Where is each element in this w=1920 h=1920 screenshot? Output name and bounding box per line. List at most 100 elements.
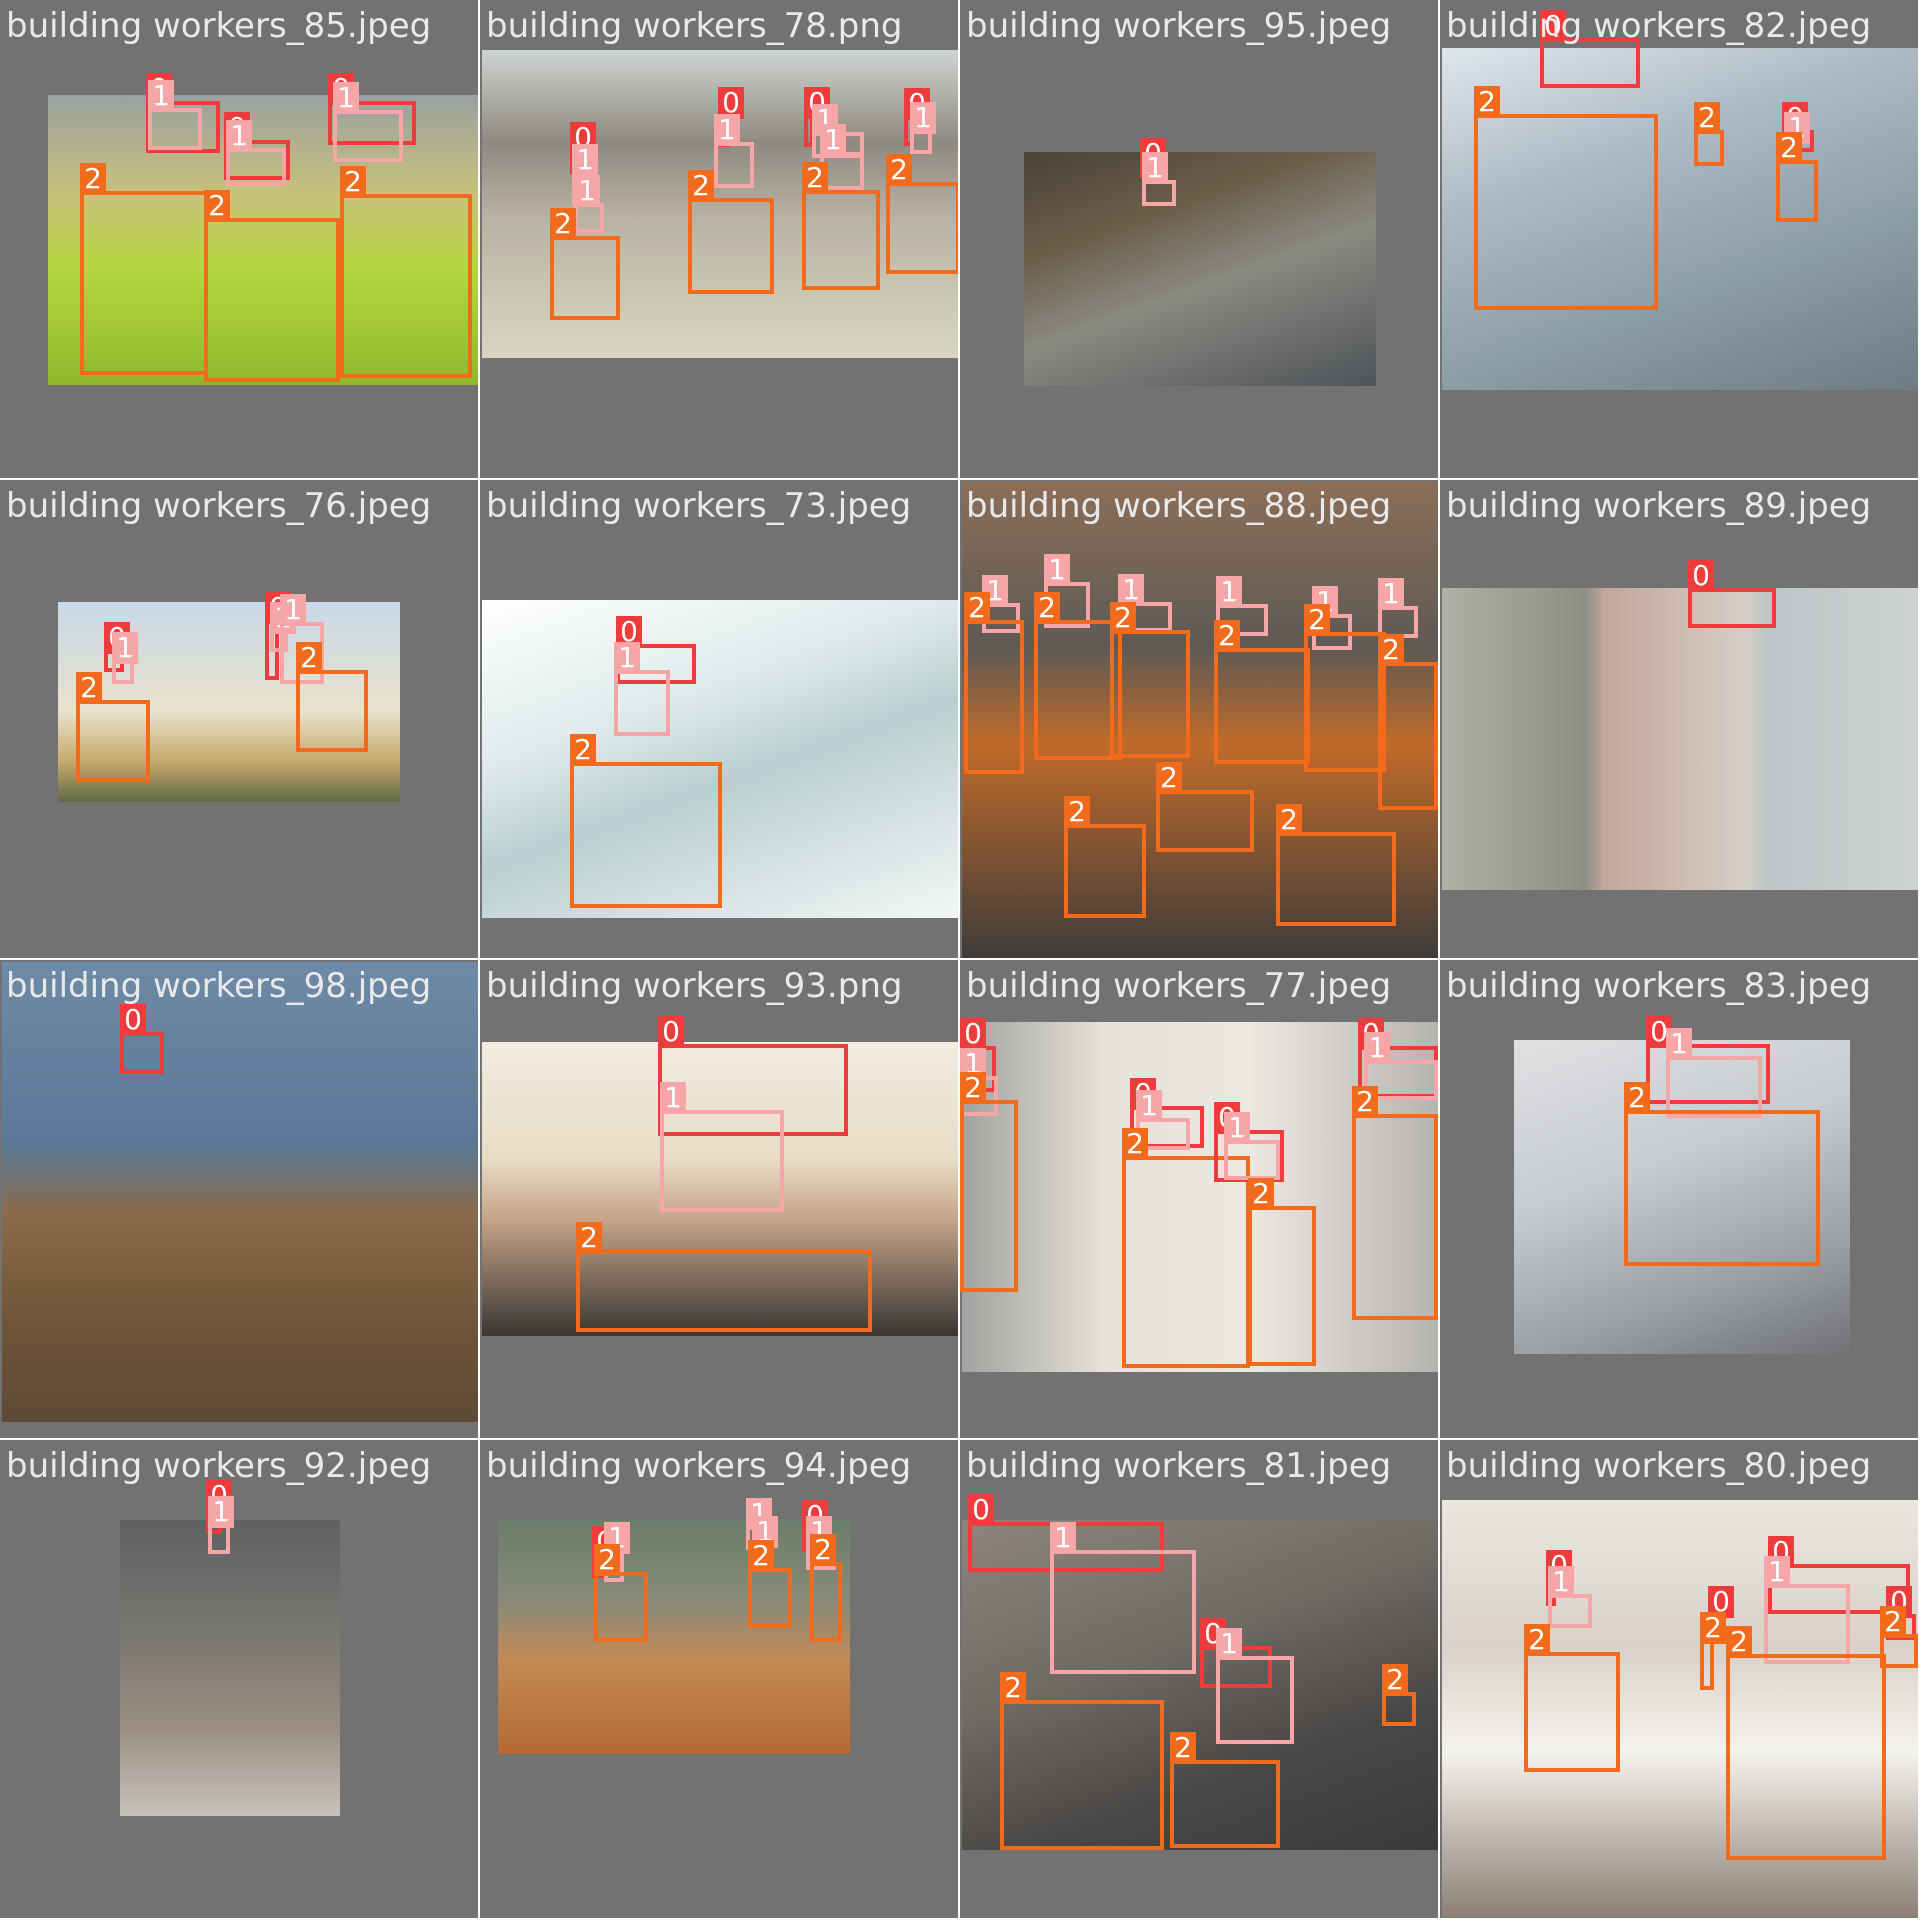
tile-filename: building workers_80.jpeg: [1446, 1446, 1872, 1486]
class-label: 2: [1000, 1672, 1026, 1704]
image-tile: 01building workers_92.jpeg: [0, 1440, 480, 1920]
class-label: 2: [1352, 1086, 1378, 1118]
class-label: 2: [550, 208, 576, 240]
image-tile: 001011222building workers_85.jpeg: [0, 0, 480, 480]
bounding-box: 1: [1216, 1628, 1294, 1744]
class-label: 1: [280, 594, 306, 626]
bounding-box: 2: [570, 734, 722, 908]
class-label: 1: [148, 80, 174, 112]
bounding-box: 1: [574, 175, 604, 233]
class-label: 0: [1688, 560, 1714, 592]
bounding-box: 2: [1694, 102, 1724, 166]
bounding-box: 2: [688, 170, 774, 294]
bounding-box: 2: [748, 1540, 792, 1628]
bounding-box: 1: [1548, 1566, 1592, 1628]
image-tile: 1 1 1 1 1 1 2 2 2 2 2 2 2 2 2 building workers_88.jpeg: [960, 480, 1440, 960]
bounding-box: 1: [148, 80, 202, 150]
class-label: 2: [204, 190, 230, 222]
bounding-box: 2: [550, 208, 620, 320]
bounding-box: 2: [1776, 132, 1818, 222]
class-label: 2: [340, 166, 366, 198]
bounding-box: 2: [964, 592, 1024, 774]
bounding-box: 1: [660, 1082, 784, 1212]
bounding-box: 0: [120, 1004, 164, 1074]
bounding-box: 2: [576, 1222, 872, 1332]
bounding-box: 1: [208, 1496, 234, 1554]
class-label: 1: [1666, 1028, 1692, 1060]
bounding-box: 2: [886, 154, 958, 274]
bounding-box: 1: [112, 632, 138, 684]
bounding-box: 1: [226, 120, 286, 186]
tile-filename: building workers_94.jpeg: [486, 1446, 912, 1486]
tile-filename: building workers_77.jpeg: [966, 966, 1392, 1006]
class-label: 1: [820, 124, 846, 156]
bounding-box: 2: [594, 1544, 648, 1642]
bounding-box: 2: [1064, 796, 1146, 918]
tile-filename: building workers_73.jpeg: [486, 486, 912, 526]
image-tile: 0120102202building workers_80.jpeg: [1440, 1440, 1920, 1920]
class-label: 2: [1170, 1732, 1196, 1764]
tile-filename: building workers_92.jpeg: [6, 1446, 432, 1486]
class-label: 1: [1044, 554, 1070, 586]
bounding-box: 1: [1764, 1556, 1850, 1664]
class-label: 1: [1548, 1566, 1574, 1598]
class-label: 1: [208, 1496, 234, 1528]
class-label: 2: [1880, 1606, 1906, 1638]
bounding-box: 2: [1352, 1086, 1438, 1320]
bounding-box: 2: [1110, 602, 1190, 758]
image-tile: 0 1 2 building workers_73.jpeg: [480, 480, 960, 960]
class-label: 2: [964, 592, 990, 624]
tile-filename: building workers_88.jpeg: [966, 486, 1392, 526]
class-label: 2: [1122, 1128, 1148, 1160]
bounding-box: 2: [960, 1072, 1018, 1292]
bounding-box: 1: [614, 642, 670, 736]
bounding-box: 2: [1156, 762, 1254, 852]
image-tile: 0120112building workers_76.jpeg: [0, 480, 480, 960]
class-label: 1: [226, 120, 252, 152]
class-label: 0: [960, 1018, 986, 1050]
class-label: 2: [960, 1072, 986, 1104]
bounding-box: 2: [1624, 1082, 1820, 1266]
tile-filename: building workers_83.jpeg: [1446, 966, 1872, 1006]
tile-filename: building workers_95.jpeg: [966, 6, 1392, 46]
class-label: 2: [1726, 1626, 1752, 1658]
class-label: 2: [1474, 86, 1500, 118]
bounding-box: 2: [1276, 804, 1396, 926]
class-label: 2: [1276, 804, 1302, 836]
class-label: 2: [1156, 762, 1182, 794]
bounding-box: 1: [1666, 1028, 1762, 1118]
class-label: 2: [886, 154, 912, 186]
bounding-box: 2: [1700, 1612, 1726, 1690]
bounding-box: 2: [1474, 86, 1658, 310]
class-label: 1: [574, 175, 600, 207]
class-label: 1: [333, 82, 359, 114]
image-tile: 01building workers_95.jpeg: [960, 0, 1440, 480]
class-label: 2: [1382, 1664, 1408, 1696]
bounding-box: 2: [1170, 1732, 1280, 1848]
class-label: 0: [658, 1016, 684, 1048]
bounding-box: 1: [333, 82, 403, 162]
class-label: 2: [748, 1540, 774, 1572]
photo: [120, 1520, 340, 1816]
class-label: 2: [1248, 1178, 1274, 1210]
photo: [498, 1520, 850, 1754]
class-label: 2: [1378, 634, 1404, 666]
image-tile: 0 1 0 1 2 2 2 building workers_81.jpeg: [960, 1440, 1440, 1920]
bounding-box: 1: [1224, 1112, 1280, 1180]
class-label: 2: [1214, 620, 1240, 652]
tile-filename: building workers_85.jpeg: [6, 6, 432, 46]
class-label: 1: [1764, 1556, 1790, 1588]
class-label: 2: [1304, 604, 1330, 636]
bounding-box: 2: [340, 166, 472, 378]
bounding-box: 1: [1142, 152, 1176, 206]
image-tile: 012112012building workers_94.jpeg: [480, 1440, 960, 1920]
class-label: 2: [1694, 102, 1720, 134]
bounding-box: 2: [1034, 592, 1122, 760]
class-label: 2: [80, 163, 106, 195]
class-label: 2: [1110, 602, 1136, 634]
bounding-box: 2: [810, 1534, 842, 1642]
bounding-box: 2: [76, 672, 150, 782]
class-label: 2: [570, 734, 596, 766]
image-tile: 0 1 2 building workers_83.jpeg: [1440, 960, 1920, 1440]
bounding-box: 2: [204, 190, 340, 382]
